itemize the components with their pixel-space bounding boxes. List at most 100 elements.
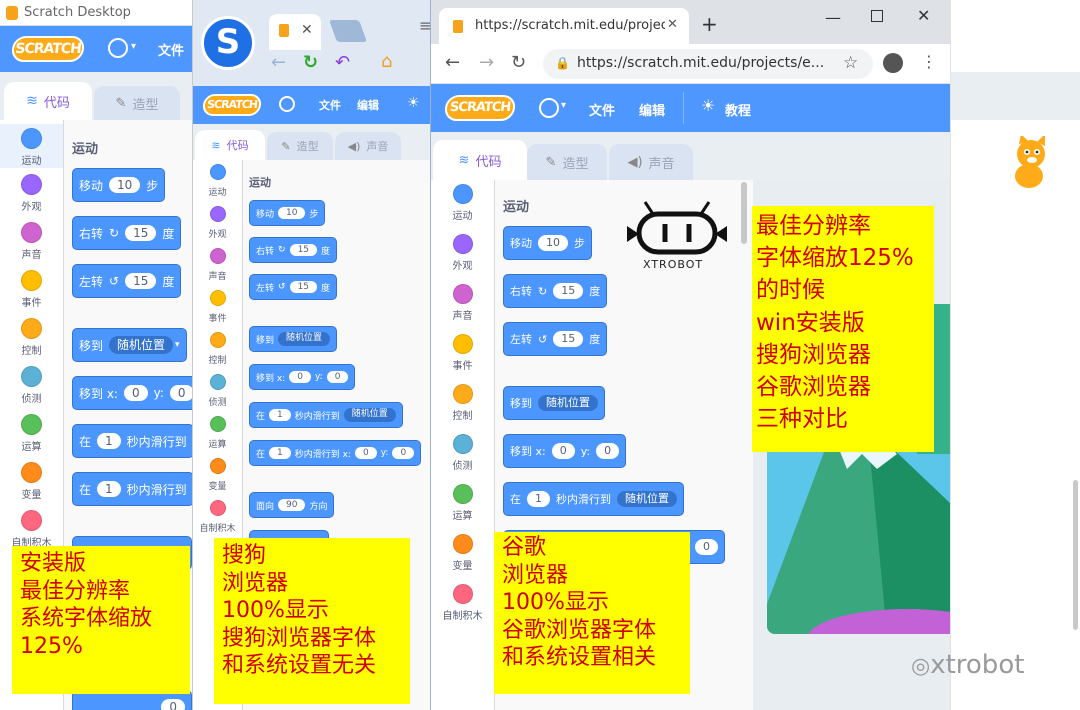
address-bar[interactable]: 🔒 https://scratch.mit.edu/projects/e... … bbox=[543, 49, 873, 79]
block-input[interactable]: 10 bbox=[278, 206, 306, 220]
block-input[interactable]: 0 bbox=[551, 443, 575, 459]
block-input[interactable]: 15 bbox=[289, 280, 318, 294]
block-input[interactable]: 1 bbox=[269, 408, 291, 422]
block-input[interactable]: 0 bbox=[695, 539, 718, 555]
block-input[interactable]: 15 bbox=[125, 224, 157, 242]
scratch-logo[interactable]: SCRATCH bbox=[10, 36, 86, 62]
block-input[interactable]: 0 bbox=[123, 384, 148, 402]
menu-edit[interactable]: 编辑 bbox=[357, 97, 379, 113]
menu-edit[interactable]: 编辑 bbox=[639, 100, 665, 119]
block-turn-left[interactable]: 左转 ↺ 15 度 bbox=[503, 322, 608, 356]
block-dropdown[interactable]: 随机位置 bbox=[538, 394, 598, 412]
category-events[interactable]: 事件 bbox=[193, 290, 242, 325]
tab-code[interactable]: ≋ 代码 bbox=[433, 140, 527, 180]
block-glide-random[interactable]: 在 1 秒内滑行到 bbox=[72, 424, 194, 458]
block-input[interactable]: 0 bbox=[354, 446, 377, 460]
block-input[interactable]: 10 bbox=[109, 176, 141, 194]
block-input[interactable]: 15 bbox=[553, 331, 584, 347]
category-sound[interactable]: 声音 bbox=[193, 248, 242, 283]
block-turn-left[interactable]: 左转 ↺ 15 度 bbox=[249, 274, 338, 300]
globe-icon[interactable] bbox=[108, 38, 128, 58]
scrollbar[interactable] bbox=[1073, 480, 1078, 630]
minimize-icon[interactable]: — bbox=[825, 8, 841, 27]
category-operators[interactable]: 运算 bbox=[193, 416, 242, 451]
scratch-cat-sprite[interactable] bbox=[1007, 136, 1057, 192]
close-icon[interactable]: ✕ bbox=[667, 17, 678, 32]
block-goto[interactable]: 移到 随机位置 bbox=[249, 326, 338, 352]
block-glide-xy[interactable]: 在 1 秒内滑行到 bbox=[72, 472, 194, 506]
menu-tutorials[interactable]: 教程 bbox=[725, 100, 751, 119]
block-turn-right[interactable]: 右转 ↻ 15 度 bbox=[72, 216, 182, 250]
browser-tab[interactable]: ✕ bbox=[269, 14, 321, 50]
category-sound[interactable]: 声音 bbox=[431, 284, 494, 323]
category-myblocks[interactable]: 自制积木 bbox=[431, 584, 494, 623]
block-input[interactable]: 1 bbox=[527, 491, 550, 507]
block-dropdown[interactable]: 随机位置 bbox=[278, 332, 331, 346]
block-input[interactable]: 1 bbox=[269, 446, 291, 460]
category-sensing[interactable]: 侦测 bbox=[431, 434, 494, 473]
tab-code[interactable]: ≋ 代码 bbox=[4, 82, 92, 120]
category-motion[interactable]: 运动 bbox=[431, 184, 494, 223]
globe-icon[interactable] bbox=[279, 96, 295, 112]
category-myblocks[interactable]: 自制积木 bbox=[0, 510, 63, 550]
block-glide-xy[interactable]: 在 1 秒内滑行到 x: 0 y: 0 bbox=[249, 440, 422, 466]
browser-tab[interactable]: https://scratch.mit.edu/projec ✕ bbox=[439, 8, 689, 44]
block-input[interactable]: 0 bbox=[169, 384, 194, 402]
block-goto-xy[interactable]: 移到 x: 0 y: 0 bbox=[249, 364, 356, 390]
tutorials-icon[interactable]: ☀ bbox=[407, 95, 420, 111]
category-myblocks[interactable]: 自制积木 bbox=[193, 500, 242, 535]
tab-code[interactable]: ≋ 代码 bbox=[195, 130, 265, 160]
block-input[interactable]: 0 bbox=[596, 443, 620, 459]
category-sound[interactable]: 声音 bbox=[0, 222, 63, 262]
category-operators[interactable]: 运算 bbox=[431, 484, 494, 523]
home-icon[interactable]: ⌂ bbox=[381, 51, 392, 72]
category-sensing[interactable]: 侦测 bbox=[193, 374, 242, 409]
block-move[interactable]: 移动 10 步 bbox=[72, 168, 166, 202]
block-input[interactable]: 1 bbox=[97, 432, 121, 450]
refresh-icon[interactable]: ↻ bbox=[511, 52, 526, 73]
category-variables[interactable]: 变量 bbox=[193, 458, 242, 493]
block-glide-random[interactable]: 在 1 秒内滑行到 随机位置 bbox=[503, 482, 684, 516]
tab-costume[interactable]: ✎ 造型 bbox=[267, 132, 333, 160]
tab-costume[interactable]: ✎ 造型 bbox=[527, 144, 607, 180]
tab-costume[interactable]: ✎ 造型 bbox=[94, 86, 180, 120]
block-move[interactable]: 移动 10 步 bbox=[249, 200, 326, 226]
block-input[interactable]: 1 bbox=[97, 480, 121, 498]
category-variables[interactable]: 变量 bbox=[431, 534, 494, 573]
block-glide-random[interactable]: 在 1 秒内滑行到 随机位置 bbox=[249, 402, 403, 428]
back-icon[interactable]: ← bbox=[271, 52, 286, 73]
account-icon[interactable] bbox=[883, 53, 903, 73]
block-goto-xy[interactable]: 移到 x: 0 y: 0 bbox=[72, 376, 196, 410]
block-input[interactable]: 0 bbox=[289, 370, 311, 384]
new-tab-button[interactable] bbox=[328, 20, 368, 42]
category-looks[interactable]: 外观 bbox=[431, 234, 494, 273]
globe-icon[interactable] bbox=[539, 98, 559, 118]
forward-icon[interactable]: → bbox=[479, 52, 494, 73]
menu-file[interactable]: 文件 bbox=[158, 40, 184, 59]
back-icon[interactable]: ← bbox=[445, 52, 460, 73]
block-goto[interactable]: 移到 随机位置 ▾ bbox=[72, 328, 187, 362]
block-input[interactable]: 10 bbox=[538, 235, 568, 251]
kebab-menu-icon[interactable]: ⋮ bbox=[921, 52, 937, 71]
menu-file[interactable]: 文件 bbox=[589, 100, 615, 119]
category-motion[interactable]: 运动 bbox=[0, 124, 63, 168]
block-dropdown[interactable]: 随机位置 bbox=[343, 408, 396, 422]
block-goto[interactable]: 移到 随机位置 bbox=[503, 386, 605, 420]
category-looks[interactable]: 外观 bbox=[193, 206, 242, 241]
block-turn-right[interactable]: 右转 ↻ 15 度 bbox=[249, 237, 338, 263]
category-operators[interactable]: 运算 bbox=[0, 414, 63, 454]
block-dropdown[interactable]: 随机位置 bbox=[109, 336, 174, 354]
block-input[interactable]: 15 bbox=[553, 283, 584, 299]
block-point-direction[interactable]: 面向 90 方向 bbox=[249, 492, 335, 518]
block-input[interactable]: 0 bbox=[161, 698, 185, 710]
category-looks[interactable]: 外观 bbox=[0, 174, 63, 214]
category-control[interactable]: 控制 bbox=[431, 384, 494, 423]
category-events[interactable]: 事件 bbox=[0, 270, 63, 310]
scrollbar[interactable] bbox=[741, 182, 747, 244]
new-tab-icon[interactable]: + bbox=[701, 12, 718, 36]
refresh-icon[interactable]: ↻ bbox=[303, 52, 318, 73]
category-events[interactable]: 事件 bbox=[431, 334, 494, 373]
category-variables[interactable]: 变量 bbox=[0, 462, 63, 502]
block-goto-xy[interactable]: 移到 x: 0 y: 0 bbox=[503, 434, 627, 468]
block-input[interactable]: 0 bbox=[392, 446, 415, 460]
